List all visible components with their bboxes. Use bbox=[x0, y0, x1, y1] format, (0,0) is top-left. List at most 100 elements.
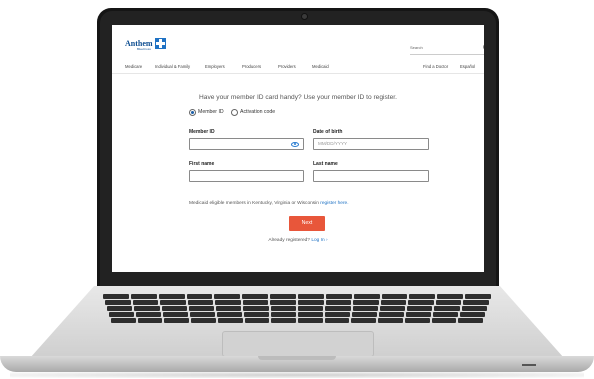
keyboard-key bbox=[132, 300, 159, 305]
keyboard-key bbox=[298, 318, 323, 323]
activation-code-radio[interactable] bbox=[231, 109, 238, 116]
find-doctor-link[interactable]: Find a Doctor bbox=[423, 64, 448, 69]
search-input[interactable]: Search bbox=[410, 44, 484, 55]
last-name-field[interactable] bbox=[313, 170, 429, 182]
keyboard-key bbox=[215, 300, 241, 305]
dob-field[interactable]: MM/DD/YYYY bbox=[313, 138, 429, 150]
keyboard-key bbox=[461, 306, 487, 311]
nav-item-medicaid[interactable]: Medicaid bbox=[312, 64, 329, 69]
keyboard-key bbox=[271, 312, 296, 317]
trackpad bbox=[222, 331, 374, 357]
keyboard-key bbox=[188, 306, 215, 311]
member-id-radio[interactable] bbox=[189, 109, 196, 116]
keyboard-key bbox=[186, 294, 213, 299]
keyboard-key bbox=[103, 294, 129, 299]
keyboard-key bbox=[243, 306, 269, 311]
already-registered: Already registered? Log In › bbox=[112, 238, 484, 243]
espanol-link[interactable]: Español bbox=[460, 64, 475, 69]
medicaid-note: Medicaid eligible members in Kentucky, V… bbox=[189, 201, 349, 206]
medicaid-note-text: Medicaid eligible members in Kentucky, V… bbox=[189, 201, 319, 206]
search-placeholder: Search bbox=[410, 45, 423, 50]
nav-item-employers[interactable]: Employers bbox=[205, 64, 225, 69]
screen: Anthem BlueCross Search Medicare Individ… bbox=[112, 25, 484, 272]
keyboard-key bbox=[298, 312, 323, 317]
keyboard-key bbox=[381, 294, 408, 299]
keyboard-key bbox=[434, 306, 460, 311]
keyboard-key bbox=[136, 312, 161, 317]
dob-label: Date of birth bbox=[313, 129, 343, 135]
keyboard-key bbox=[130, 294, 157, 299]
keyboard-key bbox=[298, 306, 324, 311]
login-link[interactable]: Log In bbox=[311, 238, 324, 243]
register-here-link[interactable]: register here. bbox=[320, 201, 348, 206]
keyboard-key bbox=[408, 300, 434, 305]
keyboard-key bbox=[163, 312, 188, 317]
registration-prompt: Have your member ID card handy? Use your… bbox=[199, 94, 397, 101]
keyboard-key bbox=[107, 306, 133, 311]
keyboard-key bbox=[270, 300, 296, 305]
anthem-logo[interactable]: Anthem BlueCross bbox=[125, 38, 166, 51]
member-id-label: Member ID bbox=[189, 129, 215, 135]
keyboard-key bbox=[352, 306, 378, 311]
first-name-field[interactable] bbox=[189, 170, 304, 182]
nav-item-providers[interactable]: Providers bbox=[278, 64, 296, 69]
keyboard-key bbox=[433, 312, 458, 317]
keyboard-key bbox=[404, 318, 430, 323]
keyboard-key bbox=[298, 300, 324, 305]
keyboard bbox=[102, 294, 492, 328]
keyboard-key bbox=[270, 306, 296, 311]
member-id-radio-label: Member ID bbox=[198, 109, 224, 115]
activation-code-radio-label: Activation code bbox=[240, 109, 276, 115]
camera-icon bbox=[301, 13, 308, 20]
next-button[interactable]: Next bbox=[289, 216, 325, 231]
keyboard-key bbox=[463, 300, 489, 305]
keyboard-key bbox=[105, 300, 131, 305]
keyboard-key bbox=[244, 312, 269, 317]
keyboard-key bbox=[217, 318, 243, 323]
logo-subtext: BlueCross bbox=[137, 47, 151, 51]
keyboard-key bbox=[191, 318, 216, 323]
keyboard-key bbox=[270, 294, 296, 299]
keyboard-key bbox=[460, 312, 485, 317]
status-led bbox=[522, 364, 536, 366]
keyboard-key bbox=[353, 300, 379, 305]
keyboard-key bbox=[353, 294, 380, 299]
keyboard-key bbox=[134, 306, 160, 311]
keyboard-key bbox=[164, 318, 190, 323]
first-name-label: First name bbox=[189, 161, 215, 167]
keyboard-key bbox=[161, 306, 187, 311]
keyboard-key bbox=[325, 300, 352, 305]
keyboard-key bbox=[431, 318, 457, 323]
search-icon[interactable] bbox=[483, 44, 484, 50]
keyboard-key bbox=[158, 294, 185, 299]
keyboard-key bbox=[379, 306, 406, 311]
keyboard-key bbox=[325, 294, 352, 299]
nav-item-medicare[interactable]: Medicare bbox=[125, 64, 142, 69]
keyboard-key bbox=[137, 318, 163, 323]
keyboard-key bbox=[298, 294, 324, 299]
keyboard-key bbox=[242, 294, 269, 299]
keyboard-key bbox=[244, 318, 270, 323]
keyboard-key bbox=[352, 312, 377, 317]
keyboard-key bbox=[465, 294, 491, 299]
keyboard-key bbox=[325, 312, 350, 317]
keyboard-key bbox=[351, 318, 377, 323]
eye-icon[interactable] bbox=[291, 142, 299, 147]
member-id-field[interactable] bbox=[189, 138, 304, 150]
keyboard-key bbox=[380, 300, 407, 305]
keyboard-key bbox=[190, 312, 215, 317]
nav-item-producers[interactable]: Producers bbox=[242, 64, 261, 69]
keyboard-key bbox=[216, 306, 242, 311]
last-name-label: Last name bbox=[313, 161, 338, 167]
keyboard-key bbox=[271, 318, 296, 323]
keyboard-key bbox=[160, 300, 186, 305]
keyboard-key bbox=[437, 294, 464, 299]
keyboard-key bbox=[242, 300, 269, 305]
keyboard-key bbox=[324, 318, 350, 323]
keyboard-key bbox=[214, 294, 241, 299]
keyboard-key bbox=[378, 318, 403, 323]
laptop-frame: Anthem BlueCross Search Medicare Individ… bbox=[0, 0, 594, 379]
keyboard-key bbox=[379, 312, 404, 317]
nav-item-individual-family[interactable]: Individual & Family bbox=[155, 64, 190, 69]
dob-placeholder: MM/DD/YYYY bbox=[318, 141, 348, 146]
